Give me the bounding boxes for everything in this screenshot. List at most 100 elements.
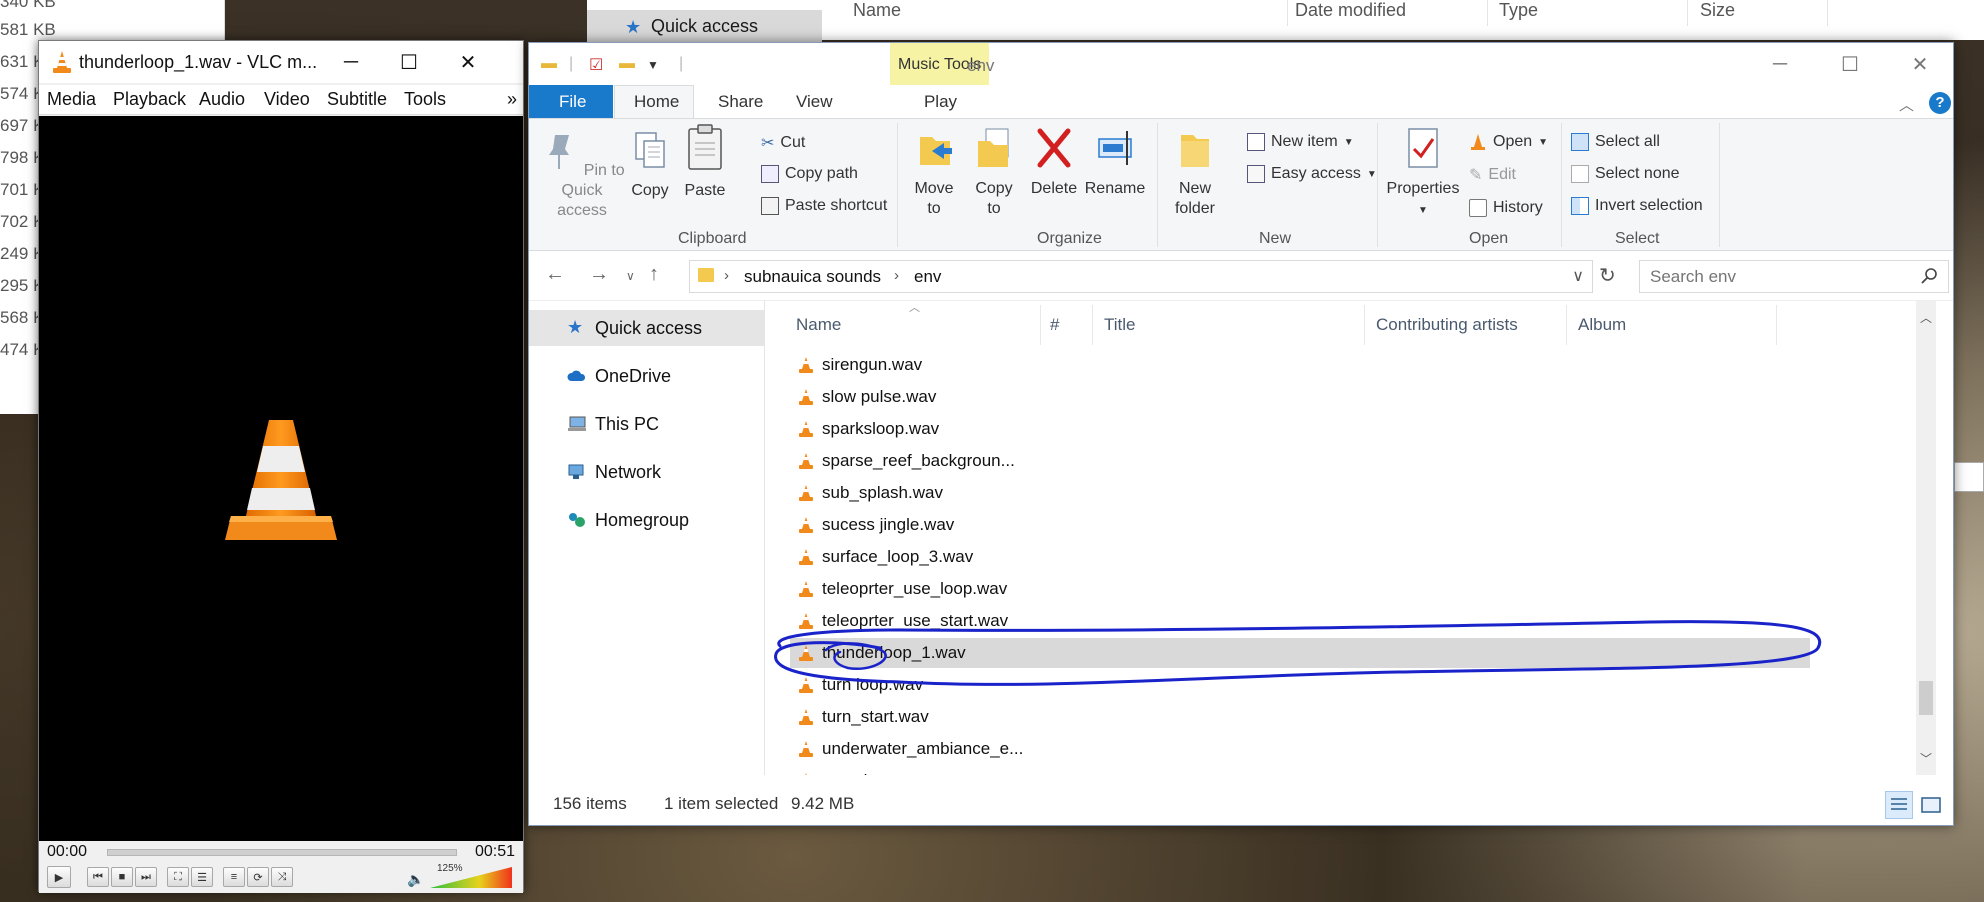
menu-subtitle[interactable]: Subtitle bbox=[327, 89, 387, 110]
cut-button[interactable]: ✂ Cut bbox=[761, 133, 805, 153]
column-name[interactable]: Name bbox=[853, 0, 901, 21]
new-folder-quick-icon[interactable]: ▬ bbox=[619, 55, 635, 73]
pin-to-quick-access-button[interactable]: Pin to Quick access bbox=[539, 129, 625, 221]
minimize-button[interactable]: ─ bbox=[1745, 43, 1815, 85]
file-row[interactable]: turn_start.wav bbox=[790, 702, 1810, 732]
open-button[interactable]: Open ▼ bbox=[1469, 133, 1548, 151]
close-button[interactable]: ✕ bbox=[1885, 43, 1955, 85]
column-size[interactable]: Size bbox=[1700, 0, 1735, 21]
copy-to-button[interactable]: Copy to bbox=[969, 127, 1019, 219]
shuffle-button[interactable]: ⤨ bbox=[271, 867, 293, 887]
file-row[interactable]: thunderloop_1.wav bbox=[790, 638, 1810, 668]
menu-playback[interactable]: Playback bbox=[113, 89, 186, 110]
next-button[interactable]: ⏭ bbox=[135, 867, 157, 887]
paste-shortcut-button[interactable]: Paste shortcut bbox=[761, 197, 887, 215]
close-button[interactable]: ✕ bbox=[439, 41, 497, 83]
tab-home[interactable]: Home bbox=[634, 92, 679, 112]
vlc-titlebar[interactable]: thunderloop_1.wav - VLC m... ─ ☐ ✕ bbox=[39, 41, 523, 83]
back-arrow-icon[interactable]: ← bbox=[545, 263, 565, 286]
file-row[interactable]: sub_splash.wav bbox=[790, 478, 1810, 508]
nav-network[interactable]: Network bbox=[529, 454, 765, 490]
speaker-icon[interactable]: 🔈 bbox=[407, 871, 424, 888]
vertical-scrollbar[interactable]: ︿ ﹀ bbox=[1916, 301, 1936, 775]
file-row[interactable]: turn loop.wav bbox=[790, 670, 1810, 700]
breadcrumb-env[interactable]: env bbox=[914, 267, 941, 287]
breadcrumb-subnauica-sounds[interactable]: subnauica sounds bbox=[744, 267, 881, 287]
file-row[interactable]: slow pulse.wav bbox=[790, 382, 1810, 412]
explorer-titlebar[interactable]: ▬ | ☑ ▬ ▼ | Music Tools env ─ ☐ ✕ bbox=[529, 43, 1953, 85]
forward-arrow-icon[interactable]: → bbox=[589, 263, 609, 286]
nav-quick-access[interactable]: ★ Quick access bbox=[529, 310, 765, 346]
menu-media[interactable]: Media bbox=[47, 89, 96, 110]
collapse-ribbon-icon[interactable]: ︿ bbox=[1899, 94, 1914, 115]
up-arrow-icon[interactable]: ↑ bbox=[649, 263, 659, 286]
edit-button[interactable]: ✎ Edit bbox=[1469, 165, 1516, 185]
address-bar[interactable]: › subnauica sounds › env ∨ bbox=[689, 260, 1593, 293]
history-button[interactable]: History bbox=[1469, 199, 1543, 217]
details-view-button[interactable] bbox=[1885, 791, 1913, 819]
play-button[interactable]: ▶ bbox=[47, 866, 71, 888]
help-icon[interactable]: ? bbox=[1929, 92, 1951, 114]
background-quick-access[interactable]: ★ Quick access bbox=[587, 10, 822, 44]
file-row[interactable]: teleoprter_use_loop.wav bbox=[790, 574, 1810, 604]
scroll-up-arrow-icon[interactable]: ︿ bbox=[1920, 309, 1932, 326]
delete-button[interactable]: Delete bbox=[1029, 127, 1079, 199]
tab-share[interactable]: Share bbox=[718, 92, 763, 112]
invert-selection-button[interactable]: Invert selection bbox=[1571, 197, 1703, 215]
scrollbar-thumb[interactable] bbox=[1919, 681, 1933, 715]
tab-view[interactable]: View bbox=[796, 92, 833, 112]
select-none-button[interactable]: Select none bbox=[1571, 165, 1680, 183]
file-row[interactable]: surface_loop_3.wav bbox=[790, 542, 1810, 572]
column-header-number[interactable]: # bbox=[1050, 315, 1059, 335]
scroll-down-arrow-icon[interactable]: ﹀ bbox=[1920, 750, 1932, 767]
file-row[interactable]: sucess jingle.wav bbox=[790, 510, 1810, 540]
tab-play[interactable]: Play bbox=[891, 92, 990, 112]
file-row[interactable]: vent_loop.wav bbox=[790, 766, 1810, 775]
file-row[interactable]: sirengun.wav bbox=[790, 350, 1810, 380]
file-row[interactable]: sparksloop.wav bbox=[790, 414, 1810, 444]
tab-file[interactable]: File bbox=[529, 85, 613, 118]
move-to-button[interactable]: Move to bbox=[909, 127, 959, 219]
copy-button[interactable]: Copy bbox=[625, 129, 675, 201]
menu-video[interactable]: Video bbox=[264, 89, 310, 110]
copy-path-button[interactable]: Copy path bbox=[761, 165, 858, 183]
nav-this-pc[interactable]: This PC bbox=[529, 406, 765, 442]
maximize-button[interactable]: ☐ bbox=[1815, 43, 1885, 85]
extended-settings-button[interactable]: ☰ bbox=[191, 867, 213, 887]
playlist-button[interactable]: ≡ bbox=[223, 867, 245, 887]
column-header-name[interactable]: Name bbox=[796, 315, 841, 335]
easy-access-button[interactable]: Easy access ▼ bbox=[1247, 165, 1377, 183]
customize-qat-icon[interactable]: ▼ bbox=[647, 58, 659, 72]
refresh-icon[interactable]: ↻ bbox=[1599, 263, 1616, 288]
maximize-button[interactable]: ☐ bbox=[380, 41, 438, 83]
vlc-video-area[interactable] bbox=[39, 116, 523, 841]
new-item-button[interactable]: New item ▼ bbox=[1247, 133, 1354, 151]
file-row[interactable]: underwater_ambiance_e... bbox=[790, 734, 1810, 764]
menu-overflow[interactable]: » bbox=[507, 89, 517, 110]
column-header-contributing-artists[interactable]: Contributing artists bbox=[1376, 315, 1518, 335]
large-icons-view-button[interactable] bbox=[1917, 791, 1945, 819]
column-header-album[interactable]: Album bbox=[1578, 315, 1626, 335]
nav-onedrive[interactable]: OneDrive bbox=[529, 358, 765, 394]
search-box[interactable] bbox=[1639, 260, 1949, 293]
minimize-button[interactable]: ─ bbox=[322, 41, 380, 83]
stop-button[interactable]: ■ bbox=[111, 867, 133, 887]
chevron-right-icon[interactable]: › bbox=[894, 267, 899, 284]
rename-button[interactable]: Rename bbox=[1083, 127, 1147, 199]
chevron-right-icon[interactable]: › bbox=[724, 267, 729, 284]
properties-button[interactable]: Properties ▼ bbox=[1383, 127, 1463, 221]
column-type[interactable]: Type bbox=[1499, 0, 1538, 21]
nav-homegroup[interactable]: Homegroup bbox=[529, 502, 765, 538]
menu-audio[interactable]: Audio bbox=[199, 89, 245, 110]
paste-button[interactable]: Paste bbox=[679, 123, 731, 201]
select-all-button[interactable]: Select all bbox=[1571, 133, 1660, 151]
loop-button[interactable]: ⟳ bbox=[247, 867, 269, 887]
recent-locations-icon[interactable]: ∨ bbox=[626, 269, 635, 283]
column-header-title[interactable]: Title bbox=[1104, 315, 1136, 335]
new-folder-button[interactable]: New folder bbox=[1165, 127, 1225, 219]
previous-button[interactable]: ⏮ bbox=[87, 867, 109, 887]
file-row[interactable]: sparse_reef_backgroun... bbox=[790, 446, 1810, 476]
seek-bar[interactable] bbox=[107, 849, 457, 856]
fullscreen-button[interactable]: ⛶ bbox=[167, 867, 189, 887]
properties-quick-icon[interactable]: ☑ bbox=[589, 55, 603, 75]
